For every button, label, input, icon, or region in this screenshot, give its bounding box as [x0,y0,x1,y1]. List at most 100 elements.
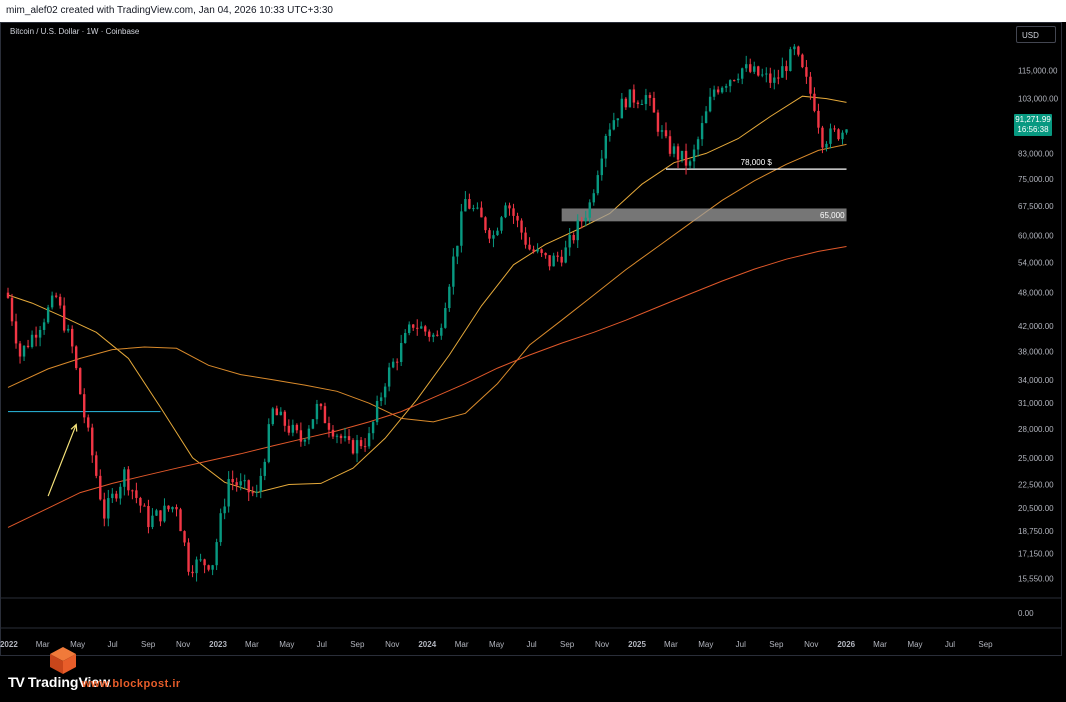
candle-down [75,345,78,371]
candle-body [83,394,86,418]
candle-body [371,422,375,434]
candle-body [323,406,327,424]
candle-body [656,112,660,132]
candle-body [793,46,796,50]
candle-body [684,150,688,166]
candle-up [724,83,728,93]
candle-body [564,247,567,263]
candle-body [604,135,608,159]
annotation-arrow [47,424,77,497]
candle-body [34,334,38,338]
currency-button[interactable]: USD [1016,26,1056,43]
candle-up [720,86,724,94]
candle-body [263,461,266,476]
candle-body [399,342,403,362]
candle-body [311,419,315,429]
candle-up [403,329,407,344]
candle-body [560,256,563,263]
candle-down [323,402,327,424]
candle-body [50,295,54,308]
candle-body [552,255,555,267]
candle-up [644,88,648,111]
candle-body [287,425,291,433]
candle-down [231,470,234,491]
candle-body [295,424,299,431]
candle-body [676,146,680,160]
candle-down [58,293,62,309]
candle-up [107,489,110,527]
price-axis-label: 18,750.00 [1018,527,1054,536]
candle-body [548,255,551,267]
candle-body [672,146,676,154]
candle-down [524,227,527,249]
candle-body [544,252,547,256]
candle-down [331,425,335,440]
candle-body [387,367,391,387]
time-axis-label: Nov [385,640,399,649]
price-axis-label: 20,500.00 [1018,504,1054,513]
price-axis-label: 15,550.00 [1018,574,1054,583]
candle-up [111,488,114,504]
candle-body [817,110,820,128]
candle-body [773,77,776,83]
candle-down [540,248,543,258]
candle-up [151,508,154,530]
time-axis-label: Mar [873,640,887,649]
candle-up [616,118,620,127]
candle-up [38,326,42,347]
candle-up [223,498,226,520]
candle-up [219,508,222,546]
candle-body [520,220,523,233]
candle-up [464,191,467,212]
candle-up [343,427,347,442]
candle-down [732,79,736,82]
candle-up [765,67,768,83]
candle-up [355,434,359,463]
candle-body [6,292,10,298]
candle-body [351,440,355,454]
candle-up [243,474,246,489]
candle-down [99,469,102,501]
candle-up [307,425,311,445]
candlestick-chart[interactable]: 78,000 $ 65,000 115,000.00 103,000.00 83,00… [0,22,1062,656]
candle-down [548,255,551,271]
candle-body [745,64,748,69]
candle-body [540,249,543,253]
candle-down [91,423,94,463]
candle-body [492,235,495,239]
candle-body [403,332,407,343]
candle-body [712,89,716,97]
candle-down [115,490,118,502]
candle-body [412,324,415,328]
candle-body [243,480,246,482]
moving-average-ma_fast [7,95,847,494]
candle-up [745,55,748,72]
candle-body [111,493,114,499]
candle-body [307,428,311,440]
candle-body [191,571,194,574]
time-axis-label: Sep [560,640,575,649]
candle-down [801,53,804,69]
candle-body [38,329,42,338]
candle-body [608,129,612,136]
candle-body [183,531,186,543]
candle-body [556,255,559,257]
candle-up [736,73,740,84]
candle-down [203,558,206,574]
candle-body [524,232,527,245]
candle-down [131,489,134,500]
candle-body [139,497,142,506]
candle-up [564,240,567,264]
candle-body [355,440,359,454]
candle-up [536,243,539,254]
candle-up [279,407,283,416]
candle-up [371,420,375,440]
candle-down [528,237,531,251]
candle-body [813,93,816,111]
last-price-badge: 91,271.99 16:56:38 [1014,114,1052,136]
candle-up [263,458,266,481]
candle-body [576,220,579,241]
candle-body [14,321,18,344]
candle-up [391,358,395,369]
time-axis-label: Nov [804,640,818,649]
